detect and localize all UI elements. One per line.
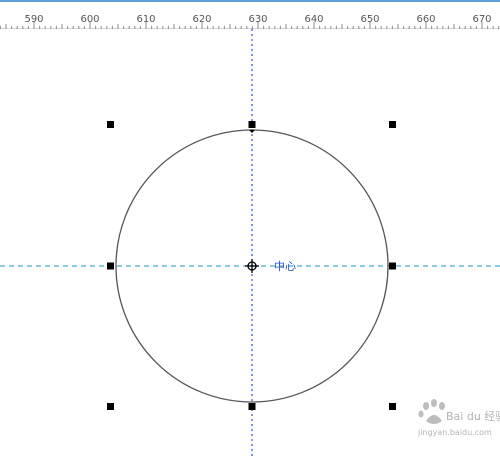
resize-handle-bottom-right[interactable] [389,403,396,410]
center-crosshair-icon[interactable] [245,259,259,273]
resize-handle-top-right[interactable] [389,121,396,128]
ruler-scale: 590 600 610 620 630 640 650 660 670 [0,14,500,29]
resize-handle-bottom-center[interactable] [248,403,256,410]
resize-handle-top-center[interactable] [248,121,256,128]
watermark-url: jingyan.baidu.com [417,428,492,437]
watermark-brand: Bai du 经验 [446,409,500,423]
resize-handle-middle-left[interactable] [107,262,114,270]
center-snap-label: 中心 [274,260,296,273]
ruler-label-670: 670 [472,14,491,25]
ruler-label-660: 660 [416,14,435,25]
ruler-label-620: 620 [192,14,211,25]
ruler-label-590: 590 [24,14,43,25]
paw-logo-icon [418,399,445,424]
baidu-jingyan-watermark: Bai du 经验 jingyan.baidu.com [417,399,500,437]
top-node-marker [249,130,255,133]
ruler-label-650: 650 [360,14,379,25]
drawing-surface: 中心 Bai du 经验 jingyan.baidu.com [0,29,500,456]
ruler-label-600: 600 [80,14,99,25]
resize-handle-top-left[interactable] [107,121,114,128]
resize-handle-middle-right[interactable] [389,262,396,270]
ruler-label-630: 630 [248,14,267,25]
ruler-label-640: 640 [304,14,323,25]
drawing-canvas[interactable]: 中心 Bai du 经验 jingyan.baidu.com [0,29,500,456]
horizontal-ruler[interactable]: 590 600 610 620 630 640 650 660 670 [0,0,500,29]
resize-handle-bottom-left[interactable] [107,403,114,410]
ruler-label-610: 610 [136,14,155,25]
